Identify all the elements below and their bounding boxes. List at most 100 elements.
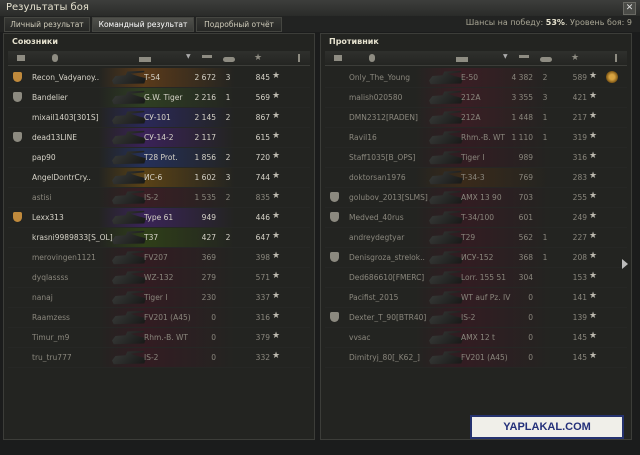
player-name[interactable]: vvsac	[349, 333, 431, 342]
player-name[interactable]: Ded686610[FMERC]	[349, 273, 431, 282]
table-row[interactable]: Pacifist_2015 WT auf Pz. IV 0 141 ★	[325, 288, 627, 308]
kills-value: 1	[542, 113, 548, 122]
table-row[interactable]: Ded686610[FMERC] Lorr. 155 51 304 153 ★	[325, 268, 627, 288]
xp-header-star-icon[interactable]: ★	[254, 53, 268, 63]
xp-value: 316	[572, 153, 587, 162]
player-name[interactable]: Lexx313	[32, 213, 114, 222]
table-row[interactable]: tru_tru777 IS-2 0 332 ★	[8, 348, 310, 368]
table-row[interactable]: Raamzess FV201 (A45) 0 316 ★	[8, 308, 310, 328]
player-name[interactable]: Raamzess	[32, 313, 114, 322]
xp-value: 647	[255, 233, 270, 242]
xp-header-star-icon[interactable]: ★	[571, 53, 585, 63]
table-row[interactable]: vvsac AMX 12 t 0 145 ★	[325, 328, 627, 348]
enemies-panel: Противник ▼ ★ Only_The_Young E-50 4 382 2 58…	[320, 33, 632, 440]
watermark-logo: YAPLAKAL.COM	[470, 415, 624, 439]
player-name[interactable]: tru_tru777	[32, 353, 114, 362]
table-row[interactable]: nanaj Tiger I 230 337 ★	[8, 288, 310, 308]
player-name[interactable]: pap90	[32, 153, 114, 162]
player-name[interactable]: dyqlassss	[32, 273, 114, 282]
table-row[interactable]: Dexter_T_90[BTR40] IS-2 0 139 ★	[325, 308, 627, 328]
player-name[interactable]: Denisgroza_strelok..	[349, 253, 431, 262]
kills-header-icon[interactable]	[222, 53, 236, 63]
player-header-icon[interactable]	[48, 53, 62, 63]
star-icon: ★	[272, 351, 281, 361]
player-name[interactable]: golubov_2013[SLMS]	[349, 193, 431, 202]
player-name[interactable]: astisi	[32, 193, 114, 202]
damage-value: 2 672	[194, 73, 216, 82]
table-row[interactable]: malish020580 212A 3 355 3 421 ★	[325, 88, 627, 108]
player-name[interactable]: doktorsan1976	[349, 173, 431, 182]
platoon-badge-icon	[13, 212, 22, 222]
medal-icon[interactable]	[606, 71, 618, 83]
kills-value: 3	[542, 93, 548, 102]
star-icon: ★	[589, 251, 598, 261]
tank-header-icon[interactable]	[455, 53, 469, 63]
player-name[interactable]: Medved_40rus	[349, 213, 431, 222]
player-name[interactable]: Ravil16	[349, 133, 431, 142]
close-button[interactable]: ✕	[623, 2, 636, 15]
player-name[interactable]: Dexter_T_90[BTR40]	[349, 313, 431, 322]
table-row[interactable]: AngelDontrCry.. ИС-6 1 602 3 744 ★	[8, 168, 310, 188]
table-row[interactable]: pap90 T28 Prot. 1 856 2 720 ★	[8, 148, 310, 168]
allies-list: Recon_Vadyanoy.. T-54 2 672 3 845 ★ Bandelier G…	[8, 68, 310, 368]
squad-header-icon[interactable]	[14, 53, 28, 63]
player-name[interactable]: Dimitryj_80[_K62_]	[349, 353, 431, 362]
player-name[interactable]: dead13LINE	[32, 133, 114, 142]
player-name[interactable]: AngelDontrCry..	[32, 173, 114, 182]
table-row[interactable]: Bandelier G.W. Tiger 2 216 1 569 ★	[8, 88, 310, 108]
table-row[interactable]: Recon_Vadyanoy.. T-54 2 672 3 845 ★	[8, 68, 310, 88]
player-name[interactable]: Bandelier	[32, 93, 114, 102]
player-name[interactable]: Timur_m9	[32, 333, 114, 342]
tab-team-result[interactable]: Командный результат	[92, 17, 194, 32]
alert-header-icon[interactable]	[609, 53, 623, 63]
table-row[interactable]: Lexx313 Type 61 949 446 ★	[8, 208, 310, 228]
table-row[interactable]: DMN2312[RADEN] 212A 1 448 1 217 ★	[325, 108, 627, 128]
table-row[interactable]: Denisgroza_strelok.. ИСУ-152 368 1 208 ★	[325, 248, 627, 268]
sort-indicator-icon[interactable]: ▼	[186, 53, 191, 60]
xp-value: 145	[572, 353, 587, 362]
table-row[interactable]: krasni9989833[S_OL] T37 427 2 647 ★	[8, 228, 310, 248]
table-row[interactable]: doktorsan1976 T-34-3 769 283 ★	[325, 168, 627, 188]
player-name[interactable]: DMN2312[RADEN]	[349, 113, 431, 122]
table-row[interactable]: Dimitryj_80[_K62_] FV201 (A45) 0 145 ★	[325, 348, 627, 368]
player-name[interactable]: mixail1403[301S]	[32, 113, 114, 122]
star-icon: ★	[272, 271, 281, 281]
damage-value: 0	[211, 333, 216, 342]
table-row[interactable]: golubov_2013[SLMS] AMX 13 90 703 255 ★	[325, 188, 627, 208]
damage-header-icon[interactable]	[517, 53, 531, 63]
player-name[interactable]: Staff1035[B_OPS]	[349, 153, 431, 162]
table-row[interactable]: dyqlassss WZ-132 279 571 ★	[8, 268, 310, 288]
squad-header-icon[interactable]	[331, 53, 345, 63]
tab-detailed-report[interactable]: Подробный отчёт	[196, 17, 282, 32]
kills-header-icon[interactable]	[539, 53, 553, 63]
player-header-icon[interactable]	[365, 53, 379, 63]
tank-header-icon[interactable]	[138, 53, 152, 63]
player-name[interactable]: Pacifist_2015	[349, 293, 431, 302]
table-row[interactable]: Staff1035[B_OPS] Tiger I 989 316 ★	[325, 148, 627, 168]
damage-header-icon[interactable]	[200, 53, 214, 63]
table-row[interactable]: andreydegtyar T29 562 1 227 ★	[325, 228, 627, 248]
star-icon: ★	[272, 171, 281, 181]
table-row[interactable]: Only_The_Young E-50 4 382 2 589 ★	[325, 68, 627, 88]
sort-indicator-icon[interactable]: ▼	[503, 53, 508, 60]
table-row[interactable]: dead13LINE СУ-14-2 2 117 615 ★	[8, 128, 310, 148]
damage-value: 0	[211, 313, 216, 322]
player-name[interactable]: Only_The_Young	[349, 73, 431, 82]
table-row[interactable]: Timur_m9 Rhm.-B. WT 0 379 ★	[8, 328, 310, 348]
player-name[interactable]: Recon_Vadyanoy..	[32, 73, 114, 82]
tab-personal-result[interactable]: Личный результат	[4, 17, 90, 32]
table-row[interactable]: mixail1403[301S] СУ-101 2 145 2 867 ★	[8, 108, 310, 128]
platoon-badge-icon	[330, 212, 339, 222]
damage-value: 368	[518, 253, 533, 262]
alert-header-icon[interactable]	[292, 53, 306, 63]
player-name[interactable]: nanaj	[32, 293, 114, 302]
player-name[interactable]: merovingen1121	[32, 253, 114, 262]
table-row[interactable]: merovingen1121 FV207 369 398 ★	[8, 248, 310, 268]
player-name[interactable]: andreydegtyar	[349, 233, 431, 242]
table-row[interactable]: Medved_40rus T-34/100 601 249 ★	[325, 208, 627, 228]
table-row[interactable]: Ravil16 Rhm.-B. WT 1 110 1 319 ★	[325, 128, 627, 148]
star-icon: ★	[589, 111, 598, 121]
player-name[interactable]: krasni9989833[S_OL]	[32, 233, 114, 242]
table-row[interactable]: astisi IS-2 1 535 2 835 ★	[8, 188, 310, 208]
player-name[interactable]: malish020580	[349, 93, 431, 102]
